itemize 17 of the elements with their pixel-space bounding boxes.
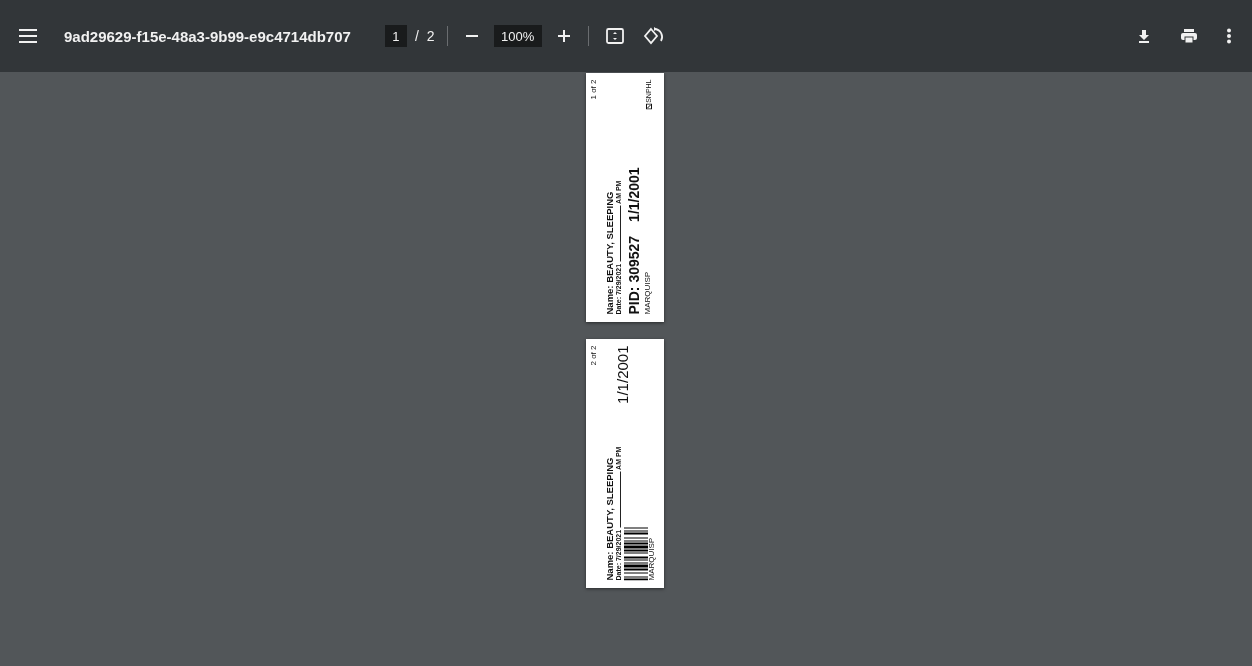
fill-in-line: [619, 471, 621, 528]
barcode: [624, 526, 648, 580]
page-number-field[interactable]: 1: [384, 25, 407, 47]
document-title: 9ad29629-f15e-48a3-9b99-e9c4714db707: [64, 27, 351, 45]
zoom-field[interactable]: 100%: [493, 25, 542, 47]
fill-in-line: [619, 205, 621, 262]
page-separator: /: [414, 28, 419, 44]
page-total: 2: [426, 28, 435, 44]
user-id: MARQUISP: [648, 536, 656, 580]
patient-name: Name: BEAUTY, SLEEPING: [604, 456, 615, 580]
birth-date: 1/1/2001: [614, 345, 631, 404]
page-label: 2 of 2: [590, 345, 598, 365]
patient-name: Name: BEAUTY, SLEEPING: [604, 190, 615, 314]
page-label: 1 of 2: [590, 79, 598, 99]
user-id: MARQUISP: [644, 271, 652, 314]
patient-id: PID: 309527: [626, 235, 642, 314]
birth-date: 1/1/2001: [626, 166, 642, 222]
